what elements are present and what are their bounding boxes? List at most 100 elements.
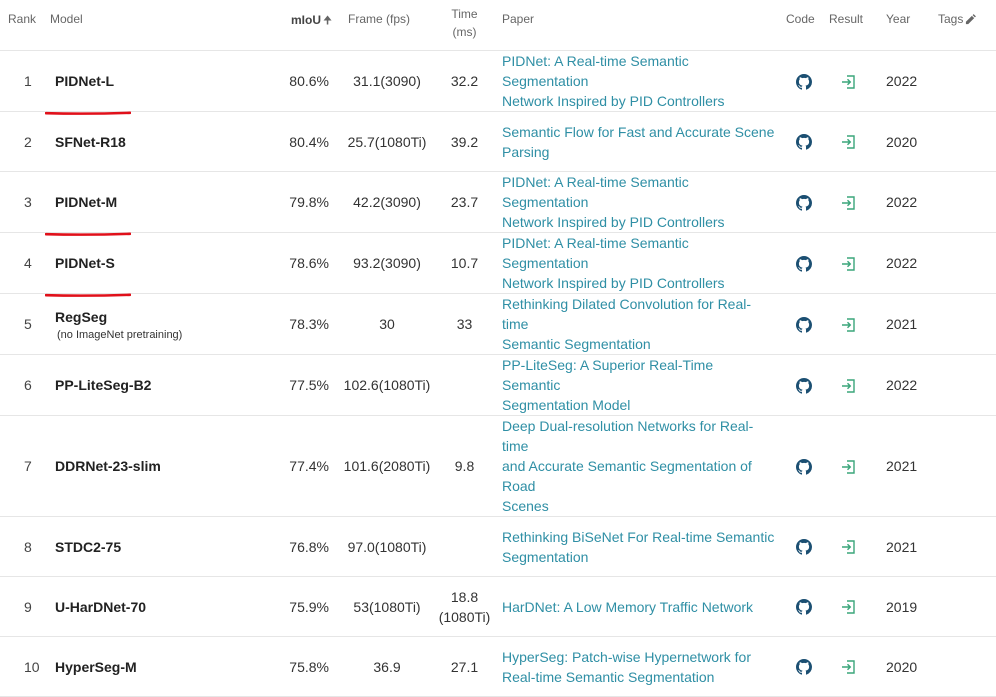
header-rank[interactable]: Rank <box>0 0 46 51</box>
github-icon[interactable] <box>796 458 812 475</box>
paper-link[interactable]: PP-LiteSeg: A Superior Real-Time Semanti… <box>502 355 785 415</box>
model-name[interactable]: PIDNet-M <box>55 194 117 210</box>
result-icon[interactable] <box>841 74 857 90</box>
header-year[interactable]: Year <box>882 0 932 51</box>
paper-link[interactable]: HyperSeg: Patch-wise Hypernetwork for Rea… <box>502 647 785 687</box>
result-icon[interactable] <box>841 134 857 150</box>
github-icon[interactable] <box>796 255 812 272</box>
result-cell <box>827 293 882 355</box>
model-name[interactable]: DDRNet-23-slim <box>55 458 161 474</box>
result-cell <box>827 576 882 637</box>
table-row: 7 DDRNet-23-slim 77.4% 101.6(2080Ti) 9.8… <box>0 415 996 517</box>
result-icon[interactable] <box>841 459 857 475</box>
year-value: 2022 <box>886 377 918 393</box>
paper-cell: Deep Dual-resolution Networks for Real-t… <box>492 415 785 517</box>
header-tags: Tags <box>932 0 996 51</box>
year-value: 2021 <box>886 538 918 555</box>
paper-link[interactable]: Rethinking BiSeNet For Real-time Semanti… <box>502 527 785 567</box>
paper-line: Rethinking BiSeNet For Real-time Semanti… <box>502 528 775 545</box>
result-icon[interactable] <box>841 378 857 394</box>
paper-link[interactable]: PIDNet: A Real-time Semantic Segmentatio… <box>502 172 785 232</box>
paper-cell: PIDNet: A Real-time Semantic Segmentatio… <box>492 232 785 294</box>
paper-link[interactable]: PIDNet: A Real-time Semantic Segmentatio… <box>502 51 785 111</box>
miou-value: 77.4% <box>289 458 329 474</box>
paper-line: Network Inspired by PID Controllers <box>502 93 725 109</box>
paper-link[interactable]: Deep Dual-resolution Networks for Real-t… <box>502 416 785 516</box>
miou-value: 78.3% <box>289 316 329 332</box>
header-paper[interactable]: Paper <box>492 0 785 51</box>
paper-link[interactable]: Rethinking Dilated Convolution for Real-… <box>502 294 785 354</box>
header-model[interactable]: Model <box>46 0 279 51</box>
paper-line: Segmentation <box>502 548 589 565</box>
year-cell: 2021 <box>882 415 932 517</box>
year-cell: 2019 <box>882 576 932 637</box>
frame-value: 53(1080Ti) <box>353 598 421 615</box>
edit-icon[interactable] <box>965 14 977 25</box>
table-row: 8 STDC2-75 76.8% 97.0(1080Ti) Rethinking… <box>0 516 996 577</box>
result-cell <box>827 636 882 697</box>
paper-cell: PIDNet: A Real-time Semantic Segmentatio… <box>492 171 785 233</box>
tags-cell <box>932 50 996 112</box>
rank-cell: 3 <box>0 171 46 233</box>
year-cell: 2022 <box>882 232 932 294</box>
result-icon[interactable] <box>841 317 857 333</box>
frame-value: 42.2(3090) <box>353 194 421 210</box>
github-icon[interactable] <box>796 134 812 150</box>
time-cell: 39.2 <box>437 111 492 172</box>
result-icon[interactable] <box>841 256 857 272</box>
model-name[interactable]: U-HarDNet-70 <box>55 599 146 615</box>
time-value: 32.2 <box>450 73 479 89</box>
code-cell <box>785 636 827 697</box>
tags-cell <box>932 354 996 416</box>
paper-line: HarDNet: A Low Memory Traffic Network <box>502 598 754 615</box>
paper-line: PIDNet: A Real-time Semantic Segmentatio… <box>502 235 689 271</box>
github-icon[interactable] <box>796 599 812 615</box>
github-icon[interactable] <box>796 377 812 394</box>
rank-cell: 6 <box>0 354 46 416</box>
model-name[interactable]: PP-LiteSeg-B2 <box>55 377 151 393</box>
code-cell <box>785 415 827 517</box>
time-cell: 9.8 <box>437 415 492 517</box>
tags-cell <box>932 171 996 233</box>
year-value: 2021 <box>886 458 918 474</box>
model-name[interactable]: HyperSeg-M <box>55 659 137 675</box>
paper-link[interactable]: PIDNet: A Real-time Semantic Segmentatio… <box>502 233 785 293</box>
rank: 1 <box>24 73 32 89</box>
rank: 5 <box>24 316 32 332</box>
code-cell <box>785 111 827 172</box>
model-name[interactable]: STDC2-75 <box>55 539 121 555</box>
rank-cell: 7 <box>0 415 46 517</box>
github-icon[interactable] <box>796 316 812 333</box>
github-icon[interactable] <box>796 539 812 555</box>
frame-value: 102.6(1080Ti) <box>343 377 431 393</box>
result-icon[interactable] <box>841 659 857 675</box>
paper-link[interactable]: Semantic Flow for Fast and Accurate Scen… <box>502 122 785 162</box>
paper-line: Semantic Flow for Fast and Accurate Scen… <box>502 123 775 140</box>
github-icon[interactable] <box>796 73 812 90</box>
header-miou[interactable]: mIoU 🠉 <box>279 0 337 51</box>
frame-value: 31.1(3090) <box>353 73 421 89</box>
time-cell: 23.7 <box>437 171 492 233</box>
github-icon[interactable] <box>796 659 812 675</box>
table-row: 6 PP-LiteSeg-B2 77.5% 102.6(1080Ti) PP-L… <box>0 354 996 416</box>
time-value: 9.8 <box>454 458 475 474</box>
header-time-line1: Time <box>451 7 478 21</box>
result-icon[interactable] <box>841 599 857 615</box>
model-name[interactable]: RegSeg <box>55 309 107 325</box>
model-cell: HyperSeg-M <box>46 636 279 697</box>
rank-cell: 9 <box>0 576 46 637</box>
header-frame[interactable]: Frame (fps) <box>337 0 437 51</box>
header-time[interactable]: Time (ms) <box>437 0 492 51</box>
paper-cell: PP-LiteSeg: A Superior Real-Time Semanti… <box>492 354 785 416</box>
time-value: 39.2 <box>450 133 479 150</box>
sort-up-icon[interactable]: 🠉 <box>323 12 332 31</box>
model-name[interactable]: PIDNet-S <box>55 255 115 271</box>
result-icon[interactable] <box>841 195 857 211</box>
table-row: 2 SFNet-R18 80.4% 25.7(1080Ti) 39.2 Sema… <box>0 111 996 172</box>
model-name[interactable]: SFNet-R18 <box>55 134 126 150</box>
model-name[interactable]: PIDNet-L <box>55 73 114 89</box>
github-icon[interactable] <box>796 194 812 211</box>
frame-value: 93.2(3090) <box>353 255 421 271</box>
result-icon[interactable] <box>841 539 857 555</box>
paper-link[interactable]: HarDNet: A Low Memory Traffic Network <box>502 597 785 617</box>
